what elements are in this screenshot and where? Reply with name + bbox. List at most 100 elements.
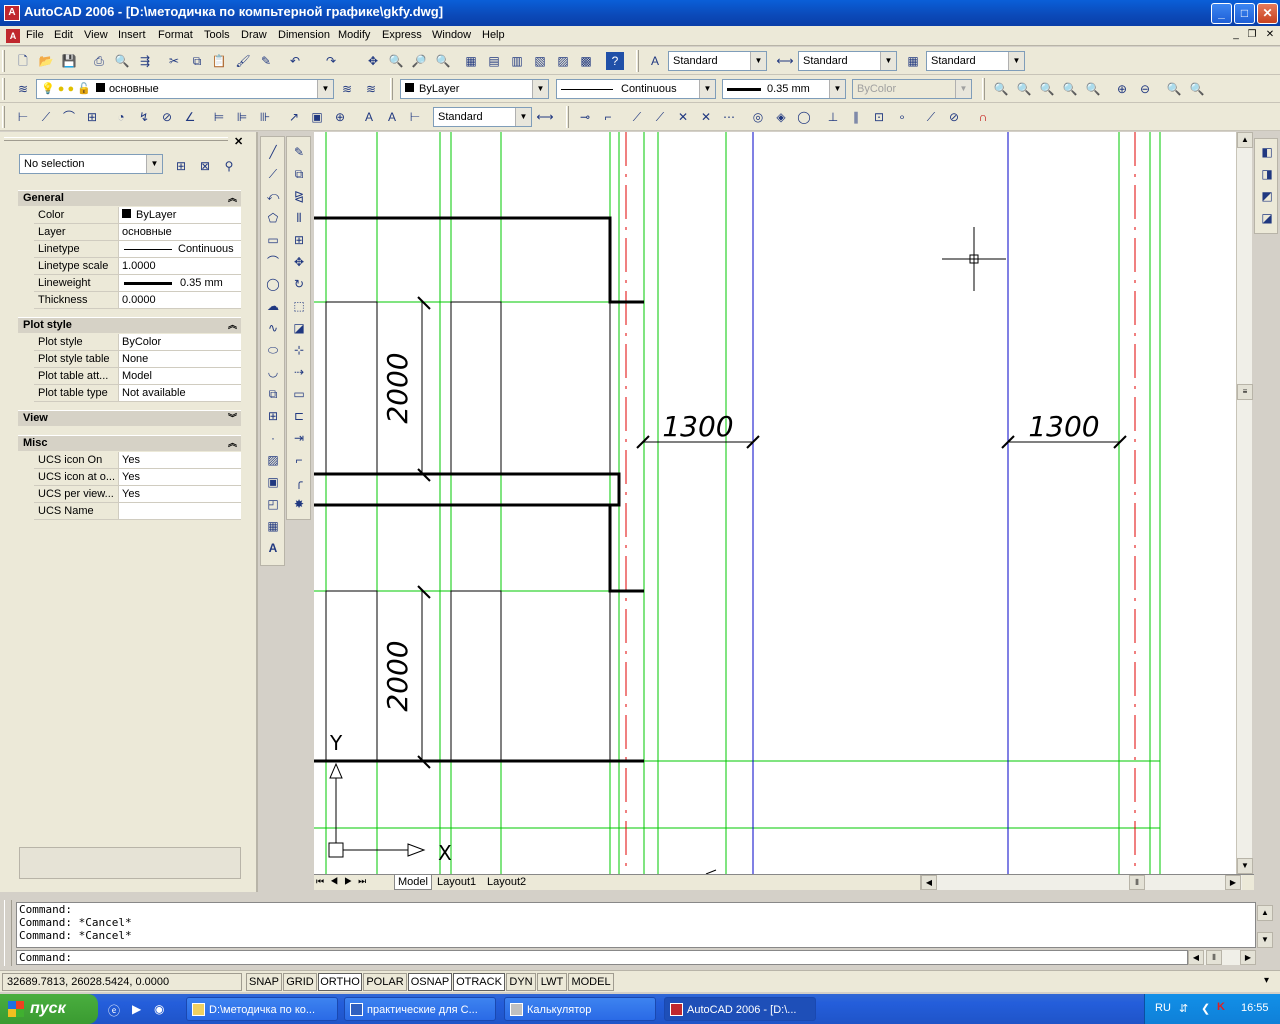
match-properties-icon[interactable]: 🖌 <box>234 52 252 70</box>
network-icon[interactable]: ⇵ <box>1179 1002 1188 1015</box>
prop-value[interactable]: ByColor <box>118 334 241 350</box>
ellipse-arc-icon[interactable]: ◡ <box>264 363 282 381</box>
ortho-toggle[interactable]: ORTHO <box>318 973 362 991</box>
scroll-thumb-h[interactable]: ⦀ <box>1206 950 1222 965</box>
dimension-update-icon[interactable]: ⊢ <box>406 108 424 126</box>
angular-dimension-icon[interactable]: ∠ <box>181 108 199 126</box>
quick-dimension-icon[interactable]: ⊨ <box>210 108 228 126</box>
doc-minimize-icon[interactable]: _ <box>1228 28 1244 43</box>
browser-icon[interactable]: ◉ <box>154 1002 164 1016</box>
model-toggle[interactable]: MODEL <box>568 973 614 991</box>
insert-block-icon[interactable]: ⧉ <box>264 385 282 403</box>
zoom-extents-icon[interactable]: 🔍 <box>1188 80 1206 98</box>
prop-value[interactable]: 0.0000 <box>118 292 241 308</box>
menu-insert[interactable]: Insert <box>118 29 146 41</box>
aligned-dimension-icon[interactable]: ⟋ <box>37 108 55 126</box>
lineweight-combo[interactable]: 0.35 mm ▼ <box>722 79 846 99</box>
prop-row[interactable]: Thickness 0.0000 <box>34 292 241 309</box>
zoom-all-icon[interactable]: 🔍 <box>1165 80 1183 98</box>
scroll-up-icon[interactable]: ▲ <box>1237 132 1253 148</box>
toolbar-grip[interactable] <box>2 106 5 128</box>
prop-row[interactable]: Linetype Continuous <box>34 241 241 258</box>
dimension-style-icon[interactable]: ⟷ <box>536 108 554 126</box>
toolbar-grip[interactable] <box>2 50 5 72</box>
cut-icon[interactable]: ✂ <box>165 52 183 70</box>
osnap-settings-icon[interactable]: ∩ <box>974 108 992 126</box>
zoom-dynamic-icon[interactable]: 🔍 <box>1015 80 1033 98</box>
prop-value[interactable]: Yes <box>118 486 241 502</box>
doc-restore-icon[interactable]: ❐ <box>1244 28 1260 43</box>
prop-row[interactable]: Color ByLayer <box>34 207 241 224</box>
explode-icon[interactable]: ✸ <box>290 495 308 513</box>
prop-row[interactable]: Layer основные <box>34 224 241 241</box>
diameter-dimension-icon[interactable]: ⊘ <box>158 108 176 126</box>
autocad-icon[interactable]: A <box>4 5 20 21</box>
chevron-down-icon[interactable]: ▼ <box>750 52 766 70</box>
zoom-previous-icon[interactable]: 🔍 <box>434 52 452 70</box>
document-icon[interactable]: A <box>6 29 20 43</box>
line-icon[interactable]: ╱ <box>264 143 282 161</box>
clock[interactable]: 16:55 <box>1241 1002 1269 1014</box>
collapse-icon[interactable]: ︽ <box>228 436 237 451</box>
tab-layout2[interactable]: Layout2 <box>484 875 529 890</box>
ellipse-icon[interactable]: ⬭ <box>264 341 282 359</box>
layer-manager-icon[interactable]: ≋ <box>14 80 32 98</box>
scroll-right-icon[interactable]: ▶ <box>1225 875 1241 890</box>
task-autocad[interactable]: AutoCAD 2006 - [D:\... <box>664 997 816 1021</box>
help-icon[interactable]: ? <box>606 52 624 70</box>
status-menu-icon[interactable]: ▾ <box>1264 975 1269 986</box>
vertical-scrollbar[interactable]: ▲ ≡ ▼ <box>1236 132 1253 874</box>
dim-style-combo-2[interactable]: Standard ▼ <box>433 107 532 127</box>
dimension-edit-icon[interactable]: A <box>360 108 378 126</box>
jogged-dimension-icon[interactable]: ↯ <box>135 108 153 126</box>
close-icon[interactable]: ✕ <box>234 135 243 148</box>
scale-icon[interactable]: ⬚ <box>290 297 308 315</box>
chevron-down-icon[interactable]: ▼ <box>699 80 715 98</box>
array-icon[interactable]: ⊞ <box>290 231 308 249</box>
command-input[interactable]: Command: <box>16 950 1188 965</box>
continue-dimension-icon[interactable]: ⊪ <box>256 108 274 126</box>
snap-none-icon[interactable]: ⊘ <box>945 108 963 126</box>
snap-apparent-intersection-icon[interactable]: ✕ <box>697 108 715 126</box>
prop-value[interactable]: 0.35 mm <box>118 275 241 291</box>
bring-above-icon[interactable]: ◩ <box>1258 187 1276 205</box>
table-icon[interactable]: ▦ <box>264 517 282 535</box>
otrack-toggle[interactable]: OTRACK <box>453 973 505 991</box>
text-style-icon[interactable]: A <box>646 52 664 70</box>
toolbar-grip[interactable] <box>390 78 393 100</box>
snap-center-icon[interactable]: ◎ <box>749 108 767 126</box>
chamfer-icon[interactable]: ⌐ <box>290 451 308 469</box>
rotate-icon[interactable]: ↻ <box>290 275 308 293</box>
menu-help[interactable]: Help <box>482 29 505 41</box>
section-plot-style[interactable]: Plot style ︽ <box>18 317 241 333</box>
color-combo[interactable]: ByLayer ▼ <box>400 79 549 99</box>
tab-navigation-icons[interactable]: ⏮◀▶⏭ <box>316 876 372 887</box>
zoom-in-icon[interactable]: ⊕ <box>1113 80 1131 98</box>
design-center-icon[interactable]: ▤ <box>485 52 503 70</box>
menu-draw[interactable]: Draw <box>241 29 267 41</box>
zoom-scale-icon[interactable]: 🔍 <box>1038 80 1056 98</box>
paste-icon[interactable]: 📋 <box>210 52 228 70</box>
tab-model[interactable]: Model <box>394 875 432 890</box>
quick-leader-icon[interactable]: ↗ <box>285 108 303 126</box>
prop-row[interactable]: Plot style ByColor <box>34 334 241 351</box>
menu-window[interactable]: Window <box>432 29 471 41</box>
snap-insert-icon[interactable]: ⊡ <box>870 108 888 126</box>
grid-toggle[interactable]: GRID <box>283 973 317 991</box>
chevron-down-icon[interactable]: ▼ <box>880 52 896 70</box>
tab-layout1[interactable]: Layout1 <box>434 875 479 890</box>
block-editor-icon[interactable]: ✎ <box>257 52 275 70</box>
linear-dimension-icon[interactable]: ⊢ <box>14 108 32 126</box>
zoom-realtime-icon[interactable]: 🔍 <box>387 52 405 70</box>
circle-icon[interactable]: ◯ <box>264 275 282 293</box>
language-indicator[interactable]: RU <box>1155 1002 1171 1014</box>
sheet-set-icon[interactable]: ▧ <box>531 52 549 70</box>
gradient-icon[interactable]: ▣ <box>264 473 282 491</box>
dim-text-2000-bottom[interactable]: 2000 <box>381 640 414 711</box>
toolbar-grip[interactable] <box>2 78 5 100</box>
quick-select-icon[interactable]: ⚲ <box>220 157 238 175</box>
break-icon[interactable]: ⊏ <box>290 407 308 425</box>
task-folder[interactable]: D:\методичка по ко... <box>186 997 338 1021</box>
scroll-left-icon[interactable]: ◀ <box>1188 950 1204 965</box>
minimize-button[interactable]: _ <box>1211 3 1232 24</box>
